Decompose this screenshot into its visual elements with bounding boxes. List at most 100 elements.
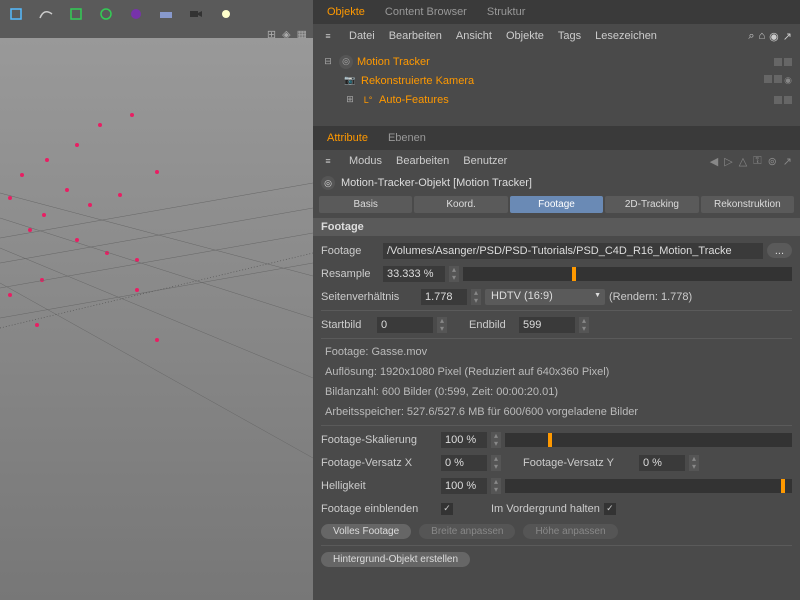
menu-benutzer[interactable]: Benutzer [463, 155, 507, 167]
tab-struktur[interactable]: Struktur [477, 2, 536, 22]
browse-button[interactable]: ... [767, 243, 792, 258]
camera-type-icon: 📷 [343, 74, 357, 88]
spinner-icon[interactable]: ▴▾ [471, 289, 481, 305]
tab-ebenen[interactable]: Ebenen [378, 128, 436, 148]
brightness-label: Helligkeit [321, 480, 437, 492]
render-text: (Rendern: 1.778) [609, 291, 692, 303]
nav-up-icon[interactable]: △ [739, 155, 747, 168]
resample-slider[interactable] [463, 267, 792, 281]
scale-label: Footage-Skalierung [321, 434, 437, 446]
full-footage-button[interactable]: Volles Footage [321, 524, 411, 539]
foreground-checkbox[interactable]: ✓ [604, 503, 616, 515]
object-manager-menu: ≡ Datei Bearbeiten Ansicht Objekte Tags … [313, 24, 800, 48]
viewport-header-icons: ⊞ ◈ ▦ [0, 28, 313, 38]
nav-koord[interactable]: Koord. [414, 196, 507, 213]
spinner-icon[interactable]: ▴▾ [491, 432, 501, 448]
search-icon[interactable]: ⌕ [748, 30, 754, 43]
gear-icon[interactable]: ⊚ [768, 155, 777, 168]
section-footage: Footage [313, 218, 800, 236]
show-footage-label: Footage einblenden [321, 503, 437, 515]
info-footage: Footage: Gasse.mov [321, 342, 792, 362]
tree-rek-kamera[interactable]: 📷 Rekonstruierte Kamera ◉ [321, 71, 792, 90]
cube-icon[interactable] [2, 2, 30, 26]
attribute-nav: Basis Koord. Footage 2D-Tracking Rekonst… [313, 194, 800, 215]
view-icon-1[interactable]: ⊞ [267, 28, 276, 38]
menu-datei[interactable]: Datei [349, 30, 375, 42]
camera-icon[interactable] [182, 2, 210, 26]
nav-back-icon[interactable]: ◀ [710, 155, 718, 168]
home-icon[interactable]: ⌂ [759, 30, 766, 43]
menu-tags[interactable]: Tags [558, 30, 581, 42]
nav-rekon[interactable]: Rekonstruktion [701, 196, 794, 213]
hamburger-icon[interactable]: ≡ [321, 154, 335, 168]
tree-motion-tracker[interactable]: ⊟ ◎ Motion Tracker [321, 52, 792, 71]
nav-footage[interactable]: Footage [510, 196, 603, 213]
spinner-icon[interactable]: ▴▾ [491, 455, 501, 471]
scale-input[interactable] [441, 432, 487, 448]
menu-ansicht[interactable]: Ansicht [456, 30, 492, 42]
create-bg-button[interactable]: Hintergrund-Objekt erstellen [321, 552, 470, 567]
arrow-icon[interactable]: ↗ [783, 30, 792, 43]
footage-path-input[interactable] [383, 243, 763, 259]
generator-icon[interactable] [92, 2, 120, 26]
nurbs-icon[interactable] [62, 2, 90, 26]
info-frames: Bildanzahl: 600 Bilder (0:599, Zeit: 00:… [321, 382, 792, 402]
aspect-input[interactable] [421, 289, 467, 305]
offset-x-input[interactable] [441, 455, 487, 471]
view-icon-2[interactable]: ◈ [282, 28, 290, 38]
menu-lesezeichen[interactable]: Lesezeichen [595, 30, 657, 42]
spinner-icon[interactable]: ▴▾ [689, 455, 699, 471]
offset-y-input[interactable] [639, 455, 685, 471]
show-footage-checkbox[interactable]: ✓ [441, 503, 453, 515]
endbild-input[interactable] [519, 317, 575, 333]
brightness-input[interactable] [441, 478, 487, 494]
spinner-icon[interactable]: ▴▾ [437, 317, 447, 333]
arrow-icon[interactable]: ↗ [783, 155, 792, 168]
endbild-label: Endbild [469, 319, 515, 331]
spinner-icon[interactable]: ▴▾ [579, 317, 589, 333]
fit-height-button[interactable]: Höhe anpassen [523, 524, 617, 539]
brightness-slider[interactable] [505, 479, 792, 493]
hamburger-icon[interactable]: ≡ [321, 29, 335, 43]
resample-input[interactable] [383, 266, 445, 282]
spinner-icon[interactable]: ▴▾ [491, 478, 501, 494]
tab-content-browser[interactable]: Content Browser [375, 2, 477, 22]
lock-icon[interactable]: ⚿ [753, 155, 761, 168]
object-tree: ⊟ ◎ Motion Tracker 📷 Rekonstruierte Kame… [313, 48, 800, 120]
startbild-label: Startbild [321, 319, 373, 331]
nav-fwd-icon[interactable]: ▷ [724, 155, 732, 168]
offset-x-label: Footage-Versatz X [321, 457, 437, 469]
menu-objekte[interactable]: Objekte [506, 30, 544, 42]
tab-attribute[interactable]: Attribute [317, 128, 378, 148]
fit-width-button[interactable]: Breite anpassen [419, 524, 515, 539]
spline-icon[interactable] [32, 2, 60, 26]
view-icon-3[interactable]: ▦ [297, 28, 307, 38]
spinner-icon[interactable]: ▴▾ [449, 266, 459, 282]
startbild-input[interactable] [377, 317, 433, 333]
menu-bearbeiten[interactable]: Bearbeiten [396, 155, 449, 167]
aspect-label: Seitenverhältnis [321, 291, 417, 303]
object-title: ◎ Motion-Tracker-Objekt [Motion Tracker] [313, 172, 800, 194]
light-icon[interactable] [212, 2, 240, 26]
eye-icon[interactable]: ◉ [769, 30, 779, 43]
environment-icon[interactable] [152, 2, 180, 26]
tab-objects[interactable]: Objekte [317, 2, 375, 22]
main-toolbar [0, 0, 313, 28]
viewport-panel: ⊞ ◈ ▦ [0, 0, 313, 600]
expand-icon[interactable]: ⊟ [321, 55, 335, 69]
tree-auto-features[interactable]: ⊞ L° Auto-Features [321, 90, 792, 109]
scale-slider[interactable] [505, 433, 792, 447]
tree-label: Motion Tracker [357, 56, 430, 68]
menu-bearbeiten[interactable]: Bearbeiten [389, 30, 442, 42]
expand-icon[interactable]: ⊞ [343, 93, 357, 107]
footage-label: Footage [321, 245, 379, 257]
footage-form: Footage ... Resample ▴▾ Seitenverhältnis… [313, 236, 800, 576]
attributes-panel: Objekte Content Browser Struktur ≡ Datei… [313, 0, 800, 600]
deformer-icon[interactable] [122, 2, 150, 26]
info-memory: Arbeitsspeicher: 527.6/527.6 MB für 600/… [321, 402, 792, 422]
nav-basis[interactable]: Basis [319, 196, 412, 213]
menu-modus[interactable]: Modus [349, 155, 382, 167]
viewport-3d[interactable] [0, 38, 313, 600]
nav-tracking[interactable]: 2D-Tracking [605, 196, 698, 213]
aspect-preset-dropdown[interactable]: HDTV (16:9) [485, 289, 605, 305]
